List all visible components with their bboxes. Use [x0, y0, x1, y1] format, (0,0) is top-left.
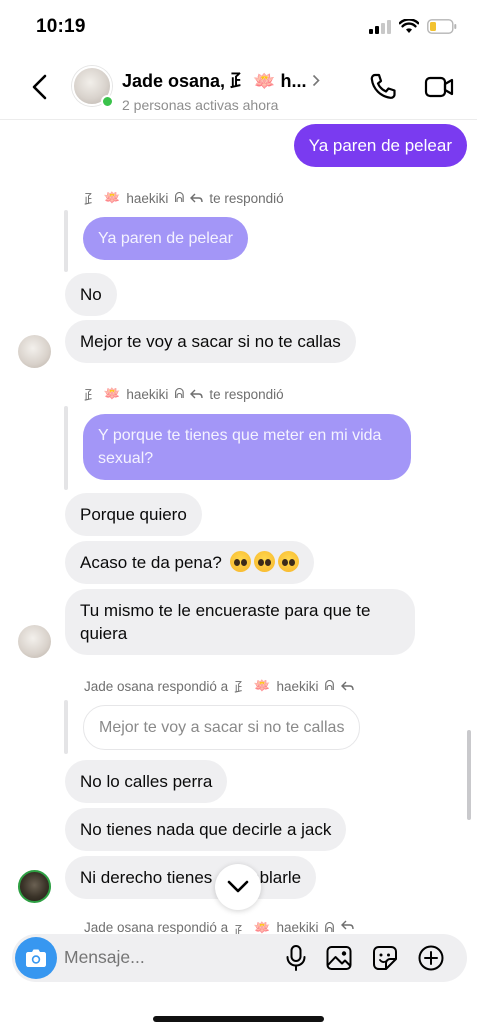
- battery-icon: [427, 19, 457, 34]
- lotus-icon: 🪷: [103, 386, 121, 401]
- sender-avatar[interactable]: [18, 870, 51, 903]
- message-input[interactable]: [64, 947, 254, 968]
- group-title-block[interactable]: Jade osana, ⺪ 🪷 h... 2 personas activas …: [122, 67, 352, 113]
- status-time: 10:19: [36, 16, 86, 37]
- home-indicator: [153, 1016, 324, 1022]
- stripes-icon: ⺪: [84, 388, 98, 403]
- message-composer: [12, 934, 467, 982]
- reply-arrow-icon: [190, 193, 204, 202]
- stripes-icon: ⺪: [234, 924, 248, 934]
- incoming-message[interactable]: No tienes nada que decirle a jack: [65, 808, 347, 851]
- lotus-icon: 🪷: [253, 920, 271, 934]
- reply-bar: [64, 406, 68, 490]
- stripes-icon: ⺪: [84, 192, 98, 207]
- figure-icon: ᕱ: [174, 190, 185, 205]
- online-indicator: [101, 95, 114, 108]
- conversation-header: Jade osana, ⺪ 🪷 h... 2 personas activas …: [0, 52, 477, 120]
- lotus-icon: 🪷: [253, 678, 271, 693]
- wifi-icon: [399, 19, 419, 33]
- status-bar: 10:19: [0, 0, 477, 52]
- chevron-down-icon: [227, 880, 249, 893]
- reply-bar: [64, 210, 68, 272]
- figure-icon: ᕱ: [324, 678, 335, 693]
- lotus-icon: 🪷: [103, 190, 121, 205]
- incoming-message[interactable]: Ni derecho tienes de hablarle: [65, 856, 317, 899]
- reply-action: te respondió: [209, 386, 284, 402]
- plus-circle-icon[interactable]: [417, 944, 445, 972]
- reply-user: haekiki: [276, 678, 319, 694]
- video-camera-icon[interactable]: [422, 70, 456, 104]
- microphone-icon[interactable]: [282, 944, 310, 972]
- quoted-message[interactable]: Mejor te voy a sacar si no te callas: [83, 705, 361, 750]
- incoming-message[interactable]: No lo calles perra: [65, 760, 228, 803]
- status-icons: [369, 19, 457, 34]
- reply-user: haekiki: [126, 386, 169, 402]
- group-title: Jade osana, ⺪ 🪷 h...: [122, 67, 352, 93]
- back-chevron-icon[interactable]: [26, 72, 56, 102]
- pleading-face-icon: [277, 551, 299, 572]
- reply-prefix: Jade osana respondió a: [84, 678, 229, 694]
- sender-avatar[interactable]: [18, 335, 51, 368]
- phone-icon[interactable]: [366, 70, 400, 104]
- reply-arrow-icon: [190, 389, 204, 398]
- message-text: Acaso te da pena?: [80, 553, 222, 572]
- outgoing-message[interactable]: Ya paren de pelear: [293, 124, 467, 167]
- reply-action: te respondió: [209, 190, 284, 206]
- group-avatar[interactable]: [72, 66, 114, 108]
- reply-prefix: Jade osana respondió a: [84, 920, 229, 934]
- incoming-message[interactable]: Tu mismo te le encueraste para que te qu…: [65, 589, 415, 655]
- reply-label: Jade osana respondió a ⺪ 🪷 haekiki ᕱ: [84, 920, 354, 934]
- reply-arrow-icon: [340, 681, 354, 690]
- reply-label: ⺪ 🪷 haekiki ᕱ te respondió: [84, 384, 284, 404]
- scrollbar[interactable]: [467, 730, 471, 820]
- quoted-message[interactable]: Ya paren de pelear: [83, 217, 248, 260]
- sender-avatar[interactable]: [18, 625, 51, 658]
- stripes-icon: ⺪: [234, 680, 248, 695]
- gallery-icon[interactable]: [325, 944, 353, 972]
- camera-button[interactable]: [15, 937, 57, 979]
- reply-arrow-icon: [340, 920, 354, 930]
- reply-user: haekiki: [276, 920, 319, 934]
- figure-icon: ᕱ: [324, 920, 335, 934]
- pleading-face-icon: [229, 551, 251, 572]
- figure-icon: ᕱ: [174, 386, 185, 401]
- reply-user: haekiki: [126, 190, 169, 206]
- camera-icon: [26, 949, 46, 967]
- reply-label: Jade osana respondió a ⺪ 🪷 haekiki ᕱ: [84, 676, 354, 696]
- reply-bar: [64, 700, 68, 754]
- group-title-text: Jade osana, ⺪ 🪷 h...: [122, 71, 307, 91]
- reply-label: ⺪ 🪷 haekiki ᕱ te respondió: [84, 188, 284, 208]
- incoming-message[interactable]: No: [65, 273, 117, 316]
- incoming-message[interactable]: Porque quiero: [65, 493, 202, 536]
- sticker-icon[interactable]: [371, 944, 399, 972]
- active-status: 2 personas activas ahora: [122, 97, 279, 113]
- scroll-to-bottom-button[interactable]: [215, 864, 261, 910]
- quoted-message[interactable]: Y porque te tienes que meter en mi vida …: [83, 414, 411, 480]
- pleading-face-icon: [253, 551, 275, 572]
- incoming-message[interactable]: Acaso te da pena?: [65, 541, 314, 584]
- signal-icon: [369, 19, 391, 34]
- chevron-right-icon: [313, 74, 321, 86]
- incoming-message[interactable]: Mejor te voy a sacar si no te callas: [65, 320, 356, 363]
